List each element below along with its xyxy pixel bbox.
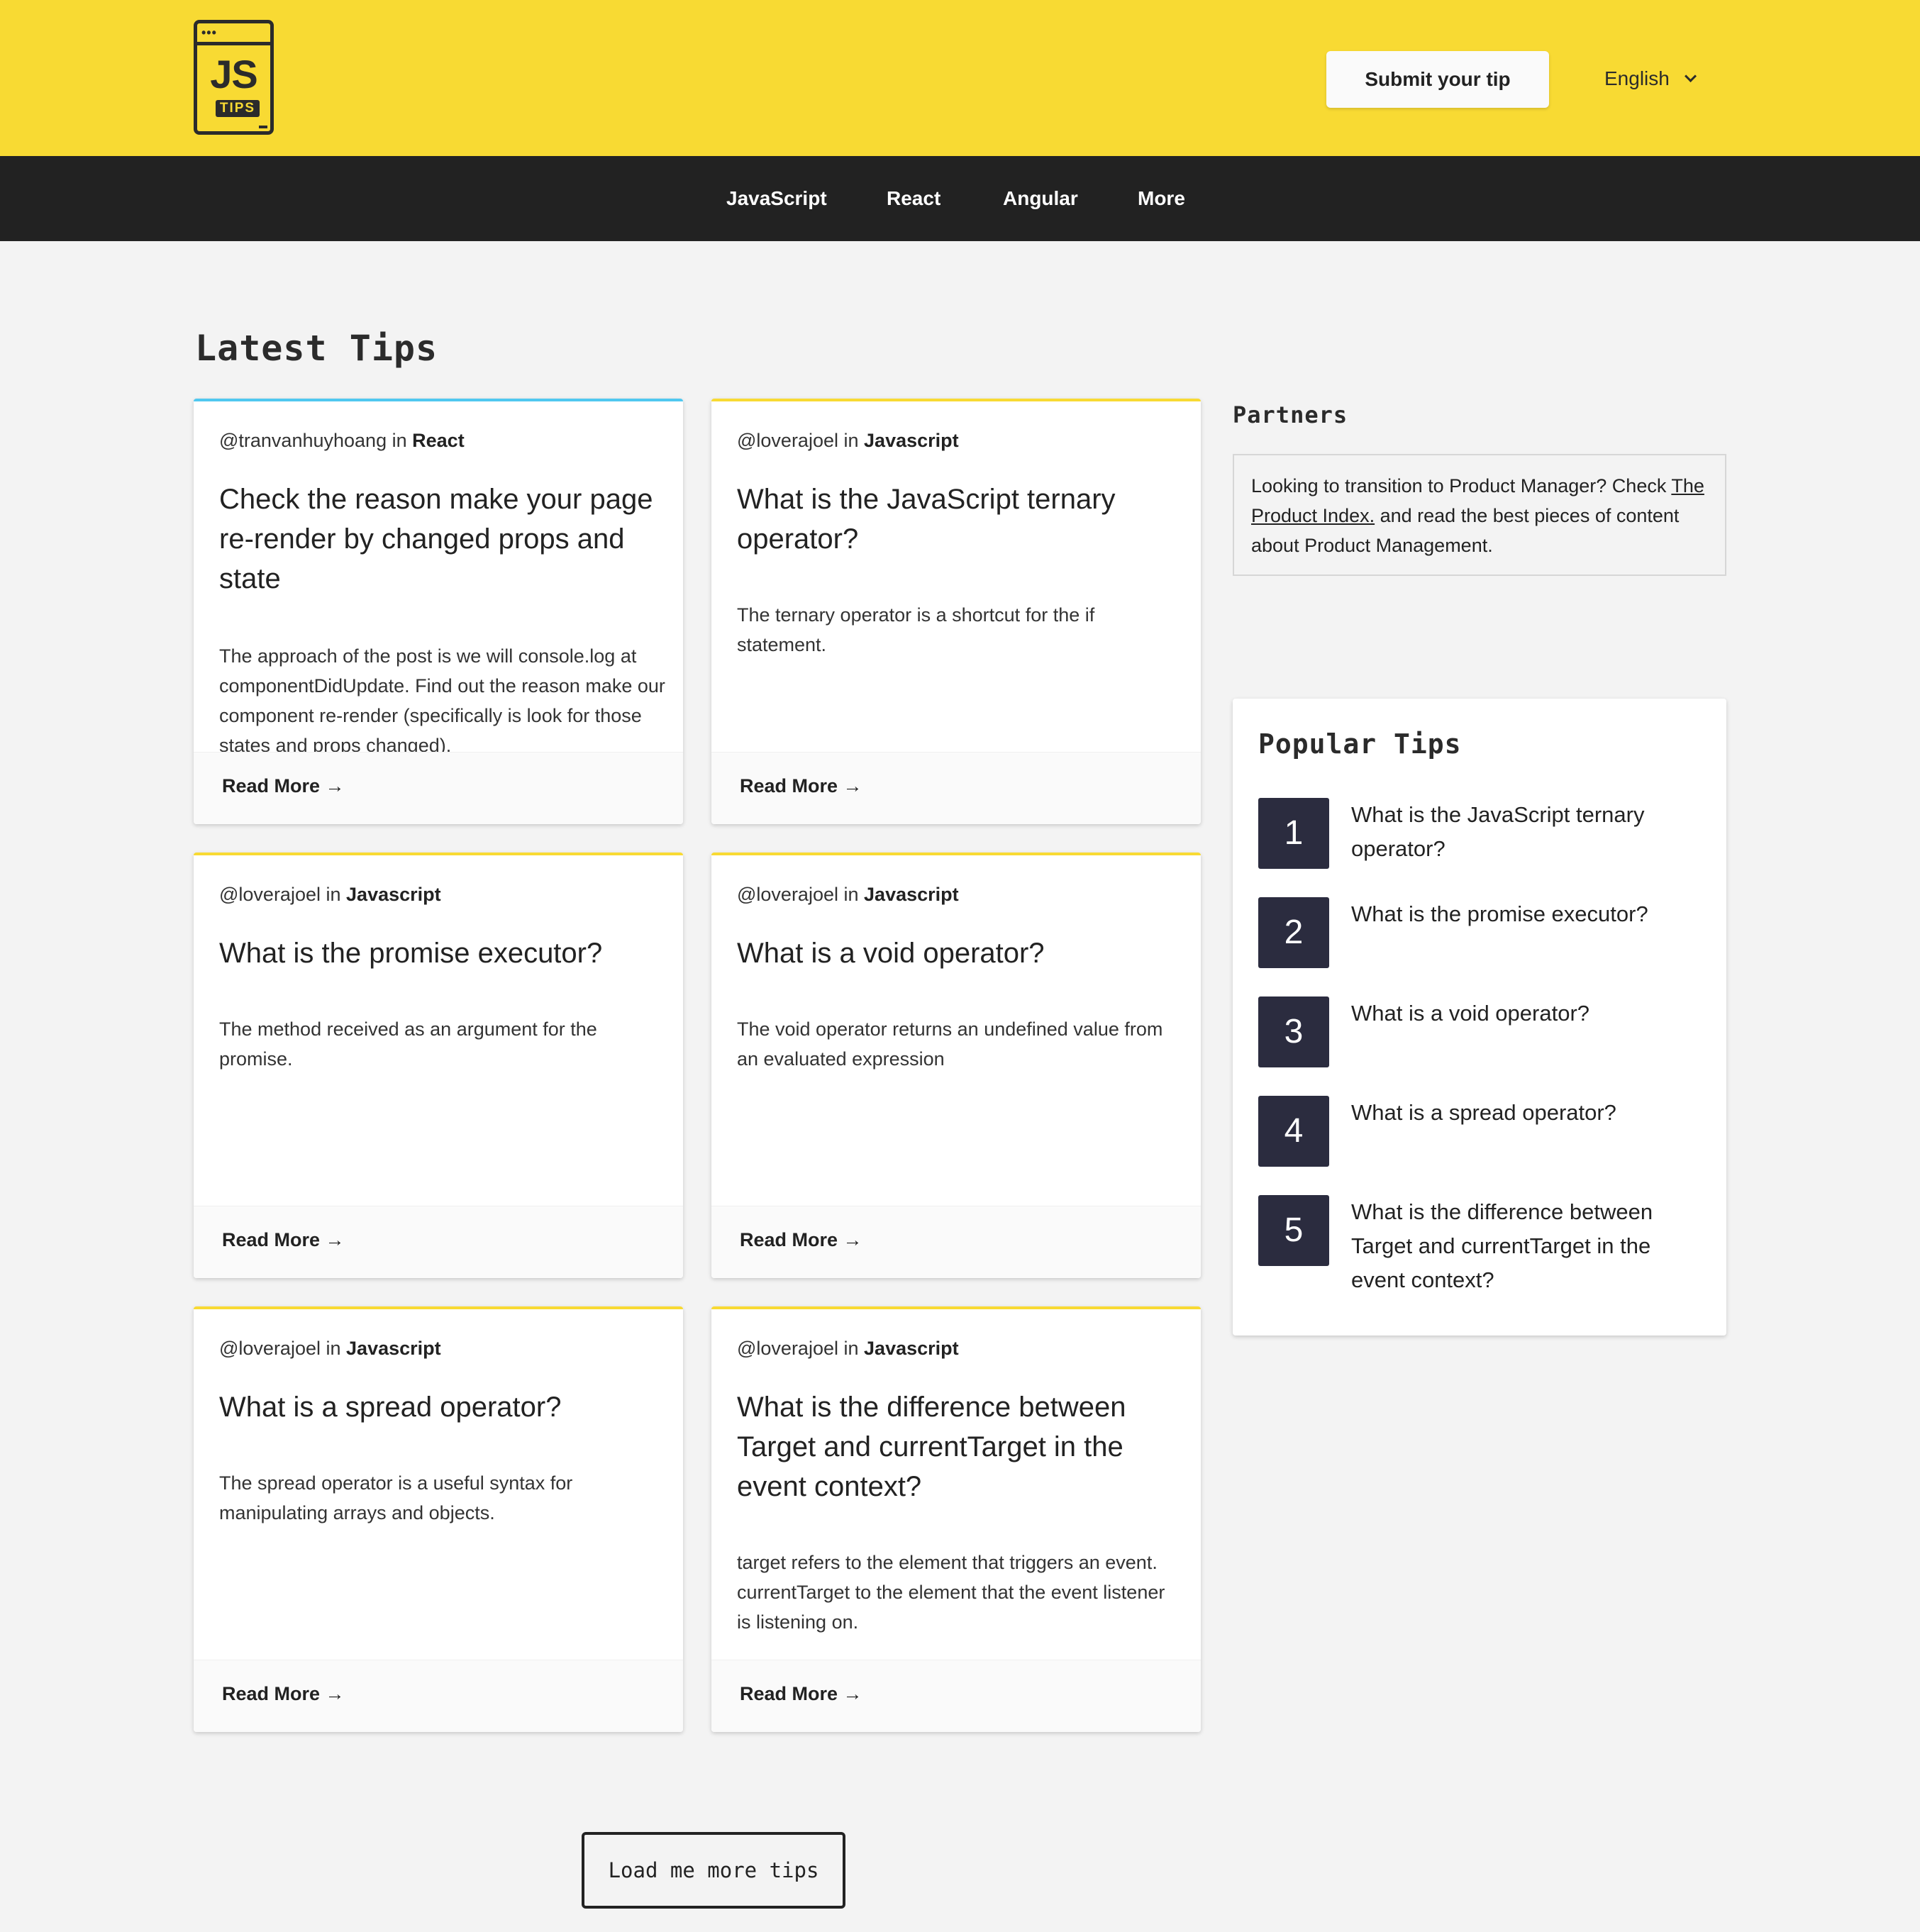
tip-meta: @loverajoel in Javascript xyxy=(737,1338,959,1360)
popular-tip-number: 3 xyxy=(1258,996,1329,1067)
popular-tip-title[interactable]: What is the promise executor? xyxy=(1351,897,1692,931)
tip-category[interactable]: Javascript xyxy=(864,884,959,905)
tip-category[interactable]: Javascript xyxy=(346,884,441,905)
tip-meta: @loverajoel in Javascript xyxy=(737,884,959,906)
tip-in: in xyxy=(843,1338,859,1359)
tip-author[interactable]: @tranvanhuyhoang xyxy=(219,430,387,451)
tip-title[interactable]: What is a void operator? xyxy=(737,933,1177,973)
nav-item-more[interactable]: More xyxy=(1138,156,1185,241)
tip-author[interactable]: @loverajoel xyxy=(737,884,838,905)
tip-in: in xyxy=(392,430,407,451)
tip-author[interactable]: @loverajoel xyxy=(219,884,321,905)
read-more-link[interactable]: Read More → xyxy=(740,775,862,797)
tip-excerpt: The spread operator is a useful syntax f… xyxy=(219,1472,573,1523)
read-more-link[interactable]: Read More → xyxy=(740,1229,862,1251)
chevron-down-icon xyxy=(1684,70,1697,82)
tip-meta: @loverajoel in Javascript xyxy=(219,884,441,906)
tip-excerpt: The void operator returns an undefined v… xyxy=(737,1018,1163,1070)
language-selector[interactable]: English xyxy=(1604,62,1697,95)
tip-category[interactable]: Javascript xyxy=(346,1338,441,1359)
tip-meta: @loverajoel in Javascript xyxy=(219,1338,441,1360)
read-more-link[interactable]: Read More → xyxy=(222,1229,345,1251)
tip-author[interactable]: @loverajoel xyxy=(737,1338,838,1359)
tip-meta: @loverajoel in Javascript xyxy=(737,430,959,452)
logo-divider xyxy=(197,42,270,45)
tip-title[interactable]: Check the reason make your page re-rende… xyxy=(219,479,659,599)
popular-tip-number: 2 xyxy=(1258,897,1329,968)
popular-tip-title[interactable]: What is the difference between Target an… xyxy=(1351,1195,1692,1297)
logo-sub-text: TIPS xyxy=(216,100,260,117)
logo-dash xyxy=(259,126,267,128)
js-tips-logo[interactable]: ••• JS TIPS xyxy=(194,20,274,135)
nav-item-javascript[interactable]: JavaScript xyxy=(726,156,827,241)
tip-author[interactable]: @loverajoel xyxy=(737,430,838,451)
logo-main-text: JS xyxy=(210,52,258,96)
window-dots-icon: ••• xyxy=(201,26,217,40)
popular-tips-title: Popular Tips xyxy=(1258,728,1462,760)
read-more-link[interactable]: Read More → xyxy=(222,1683,345,1705)
tip-card: @loverajoel in Javascript What is the di… xyxy=(711,1306,1201,1732)
tip-title[interactable]: What is the difference between Target an… xyxy=(737,1387,1177,1506)
tip-excerpt: The ternary operator is a shortcut for t… xyxy=(737,604,1095,655)
tip-footer: Read More → xyxy=(194,752,683,824)
nav-item-angular[interactable]: Angular xyxy=(1003,156,1078,241)
tip-title[interactable]: What is the JavaScript ternary operator? xyxy=(737,479,1177,559)
tip-meta: @tranvanhuyhoang in React xyxy=(219,430,465,452)
popular-tip-number: 5 xyxy=(1258,1195,1329,1266)
popular-tips-panel: Popular Tips 1 What is the JavaScript te… xyxy=(1233,699,1726,1336)
partners-box: Looking to transition to Product Manager… xyxy=(1233,454,1726,576)
popular-tip-title[interactable]: What is a spread operator? xyxy=(1351,1096,1692,1130)
category-nav: JavaScript React Angular More xyxy=(0,156,1920,241)
top-header: ••• JS TIPS Submit your tip English xyxy=(0,0,1920,156)
nav-item-react[interactable]: React xyxy=(887,156,940,241)
tip-title[interactable]: What is the promise executor? xyxy=(219,933,659,973)
tip-author[interactable]: @loverajoel xyxy=(219,1338,321,1359)
read-more-link[interactable]: Read More → xyxy=(222,775,345,797)
submit-tip-button[interactable]: Submit your tip xyxy=(1326,51,1549,108)
tip-in: in xyxy=(843,430,859,451)
popular-tip-title[interactable]: What is a void operator? xyxy=(1351,996,1692,1031)
read-more-link[interactable]: Read More → xyxy=(740,1683,862,1705)
partners-title: Partners xyxy=(1233,401,1348,428)
tip-footer: Read More → xyxy=(711,1206,1201,1278)
tip-in: in xyxy=(326,884,341,905)
popular-tip-title[interactable]: What is the JavaScript ternary operator? xyxy=(1351,798,1692,866)
partners-text-before: Looking to transition to Product Manager… xyxy=(1251,475,1672,496)
tip-card: @loverajoel in Javascript What is the pr… xyxy=(194,853,683,1278)
tip-excerpt: The method received as an argument for t… xyxy=(219,1018,597,1070)
tip-footer: Read More → xyxy=(711,752,1201,824)
tip-footer: Read More → xyxy=(194,1206,683,1278)
tip-in: in xyxy=(326,1338,341,1359)
tip-category[interactable]: Javascript xyxy=(864,1338,959,1359)
popular-tip-number: 4 xyxy=(1258,1096,1329,1167)
tip-title[interactable]: What is a spread operator? xyxy=(219,1387,659,1427)
tip-category[interactable]: React xyxy=(412,430,465,451)
latest-tips-title: Latest Tips xyxy=(195,328,438,369)
tip-card: @tranvanhuyhoang in React Check the reas… xyxy=(194,399,683,824)
tip-excerpt: target refers to the element that trigge… xyxy=(737,1552,1165,1633)
tip-card: @loverajoel in Javascript What is the Ja… xyxy=(711,399,1201,824)
language-label: English xyxy=(1604,67,1670,89)
tip-excerpt: The approach of the post is we will cons… xyxy=(219,645,665,755)
tip-card: @loverajoel in Javascript What is a void… xyxy=(711,853,1201,1278)
tip-in: in xyxy=(843,884,859,905)
tip-footer: Read More → xyxy=(194,1660,683,1732)
tip-footer: Read More → xyxy=(711,1660,1201,1732)
load-more-button[interactable]: Load me more tips xyxy=(582,1832,845,1909)
tip-category[interactable]: Javascript xyxy=(864,430,959,451)
popular-tip-number: 1 xyxy=(1258,798,1329,869)
tip-card: @loverajoel in Javascript What is a spre… xyxy=(194,1306,683,1732)
